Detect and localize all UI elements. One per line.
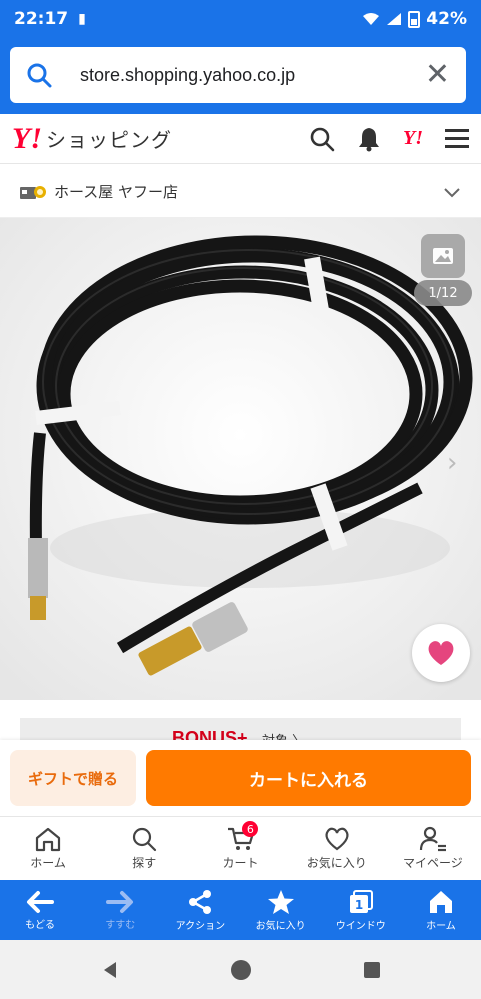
browser-label: ホーム [426, 920, 456, 932]
heart-icon [428, 641, 454, 665]
browser-action-button[interactable]: アクション [160, 880, 240, 940]
status-time: 22:17 [14, 9, 69, 29]
person-icon [419, 826, 446, 852]
url-text[interactable]: store.shopping.yahoo.co.jp [80, 65, 295, 86]
gift-button[interactable]: ギフトで贈る [10, 750, 136, 806]
browser-url-area: store.shopping.yahoo.co.jp ✕ [0, 38, 481, 114]
wifi-icon [363, 13, 380, 25]
browser-label: お気に入り [255, 920, 306, 932]
yahoo-logo-mark[interactable]: Y! [12, 122, 42, 156]
window-icon: 1 [349, 889, 373, 913]
status-bar: 22:17 ▮ 42% [0, 0, 481, 38]
browser-toolbar: もどる すすむ アクション お気に入り 1 ウインドウ ホーム [0, 880, 481, 940]
hamburger-menu-icon[interactable] [445, 128, 469, 150]
home-icon [429, 890, 452, 913]
share-icon [189, 889, 212, 914]
data-saver-icon: ▮ [78, 11, 86, 27]
tab-label: カート [222, 856, 259, 870]
cart-count-badge: 6 [242, 821, 259, 837]
product-image-gallery[interactable] [0, 218, 481, 700]
tab-cart[interactable]: 6 カート [192, 817, 288, 880]
tab-search[interactable]: 探す [96, 817, 192, 880]
store-name[interactable]: ホース屋 ヤフー店 [54, 181, 178, 202]
product-image-hose [0, 218, 481, 700]
window-count: 1 [355, 898, 363, 912]
image-counter: 1/12 [414, 280, 472, 306]
chevron-right-icon[interactable]: › [447, 448, 457, 478]
nav-home-icon[interactable] [230, 959, 252, 981]
signal-icon [387, 13, 402, 25]
tab-label: マイページ [403, 856, 463, 870]
tab-label: お気に入り [306, 856, 367, 870]
search-icon [133, 827, 157, 852]
store-selector[interactable]: ホース屋 ヤフー店 [0, 166, 481, 218]
store-badge-icon [20, 185, 46, 199]
star-icon [267, 889, 294, 914]
favorite-button[interactable] [412, 624, 470, 682]
browser-window-button[interactable]: 1 ウインドウ [321, 880, 401, 940]
nav-back-icon[interactable] [100, 960, 120, 980]
browser-forward-button[interactable]: すすむ [80, 880, 160, 940]
back-arrow-icon [27, 890, 55, 913]
shopping-tab-bar: ホーム 探す 6 カート お気に入り マイページ [0, 816, 481, 880]
browser-label: すすむ [105, 919, 136, 931]
heart-icon [325, 827, 349, 851]
nav-recents-icon[interactable] [362, 960, 382, 980]
add-to-cart-button[interactable]: カートに入れる [146, 750, 471, 806]
tab-label: ホーム [30, 856, 66, 870]
browser-bookmark-button[interactable]: お気に入り [241, 880, 321, 940]
system-navigation-bar [0, 940, 481, 999]
chevron-down-icon[interactable] [443, 186, 461, 198]
search-icon[interactable] [309, 126, 335, 152]
tab-label: 探す [132, 856, 157, 870]
battery-level: 42% [426, 9, 467, 29]
browser-label: ウインドウ [335, 920, 386, 932]
tab-home[interactable]: ホーム [0, 817, 96, 880]
purchase-action-bar: ギフトで贈る カートに入れる [0, 740, 481, 816]
url-bar[interactable]: store.shopping.yahoo.co.jp ✕ [10, 47, 466, 103]
site-header: Y! ショッピング Y! [0, 114, 481, 164]
search-icon [27, 63, 52, 88]
home-icon [35, 827, 61, 852]
bell-icon[interactable] [357, 126, 381, 152]
tab-mypage[interactable]: マイページ [385, 817, 481, 880]
browser-home-button[interactable]: ホーム [401, 880, 481, 940]
tab-favorites[interactable]: お気に入り [289, 817, 385, 880]
browser-label: アクション [175, 920, 226, 932]
forward-arrow-icon [106, 890, 134, 913]
image-gallery-icon[interactable] [421, 234, 465, 278]
close-icon[interactable]: ✕ [425, 60, 450, 90]
browser-back-button[interactable]: もどる [0, 880, 80, 940]
battery-icon [408, 11, 421, 28]
yahoo-shopping-logo-text[interactable]: ショッピング [46, 124, 172, 153]
browser-label: もどる [25, 919, 55, 931]
yahoo-japan-icon[interactable]: Y! [403, 127, 423, 150]
